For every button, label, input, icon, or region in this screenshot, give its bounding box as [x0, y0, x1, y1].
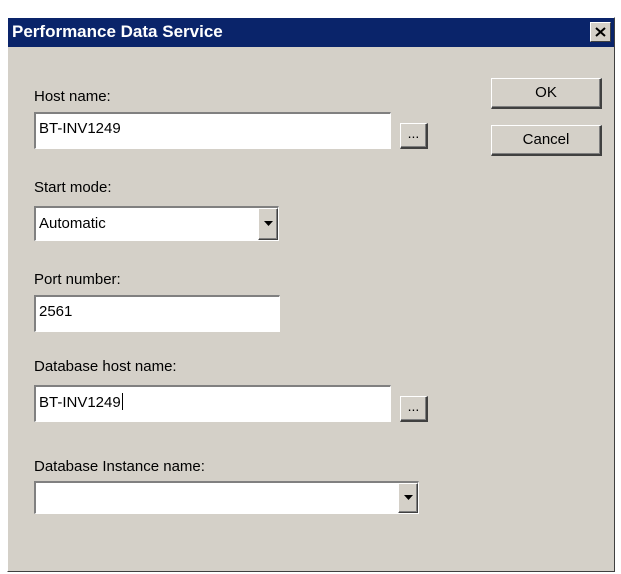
title-bar: Performance Data Service	[8, 18, 614, 47]
port-number-value: 2561	[39, 303, 73, 320]
db-instance-dropdown-button[interactable]	[398, 483, 418, 513]
host-name-label: Host name:	[34, 88, 111, 105]
close-button[interactable]	[590, 22, 611, 42]
db-host-name-input[interactable]: BT-INV1249	[34, 385, 391, 422]
db-host-name-browse-button[interactable]: ...	[400, 396, 428, 422]
window-title: Performance Data Service	[12, 22, 223, 41]
chevron-down-icon	[404, 495, 413, 500]
db-host-name-label: Database host name:	[34, 358, 177, 375]
db-instance-name-label: Database Instance name:	[34, 458, 205, 475]
browse-label: ...	[407, 125, 420, 141]
ok-button[interactable]: OK	[491, 78, 602, 109]
start-mode-label: Start mode:	[34, 179, 112, 196]
cancel-button[interactable]: Cancel	[491, 125, 602, 156]
host-name-input[interactable]: BT-INV1249	[34, 112, 391, 149]
host-name-browse-button[interactable]: ...	[400, 123, 428, 149]
port-number-label: Port number:	[34, 271, 121, 288]
db-instance-name-select[interactable]	[34, 481, 419, 514]
start-mode-dropdown-button[interactable]	[258, 208, 278, 240]
db-host-name-value: BT-INV1249	[39, 394, 121, 411]
start-mode-value: Automatic	[39, 215, 106, 232]
close-icon	[595, 27, 606, 37]
performance-data-service-dialog: Performance Data Service Host name: BT-I…	[7, 17, 615, 572]
start-mode-select[interactable]: Automatic	[34, 206, 279, 241]
chevron-down-icon	[264, 221, 273, 226]
db-host-name-value-wrap: BT-INV1249	[39, 393, 123, 412]
browse-label: ...	[407, 398, 420, 414]
host-name-value: BT-INV1249	[39, 120, 121, 137]
text-caret	[121, 393, 123, 410]
port-number-input[interactable]: 2561	[34, 295, 280, 332]
